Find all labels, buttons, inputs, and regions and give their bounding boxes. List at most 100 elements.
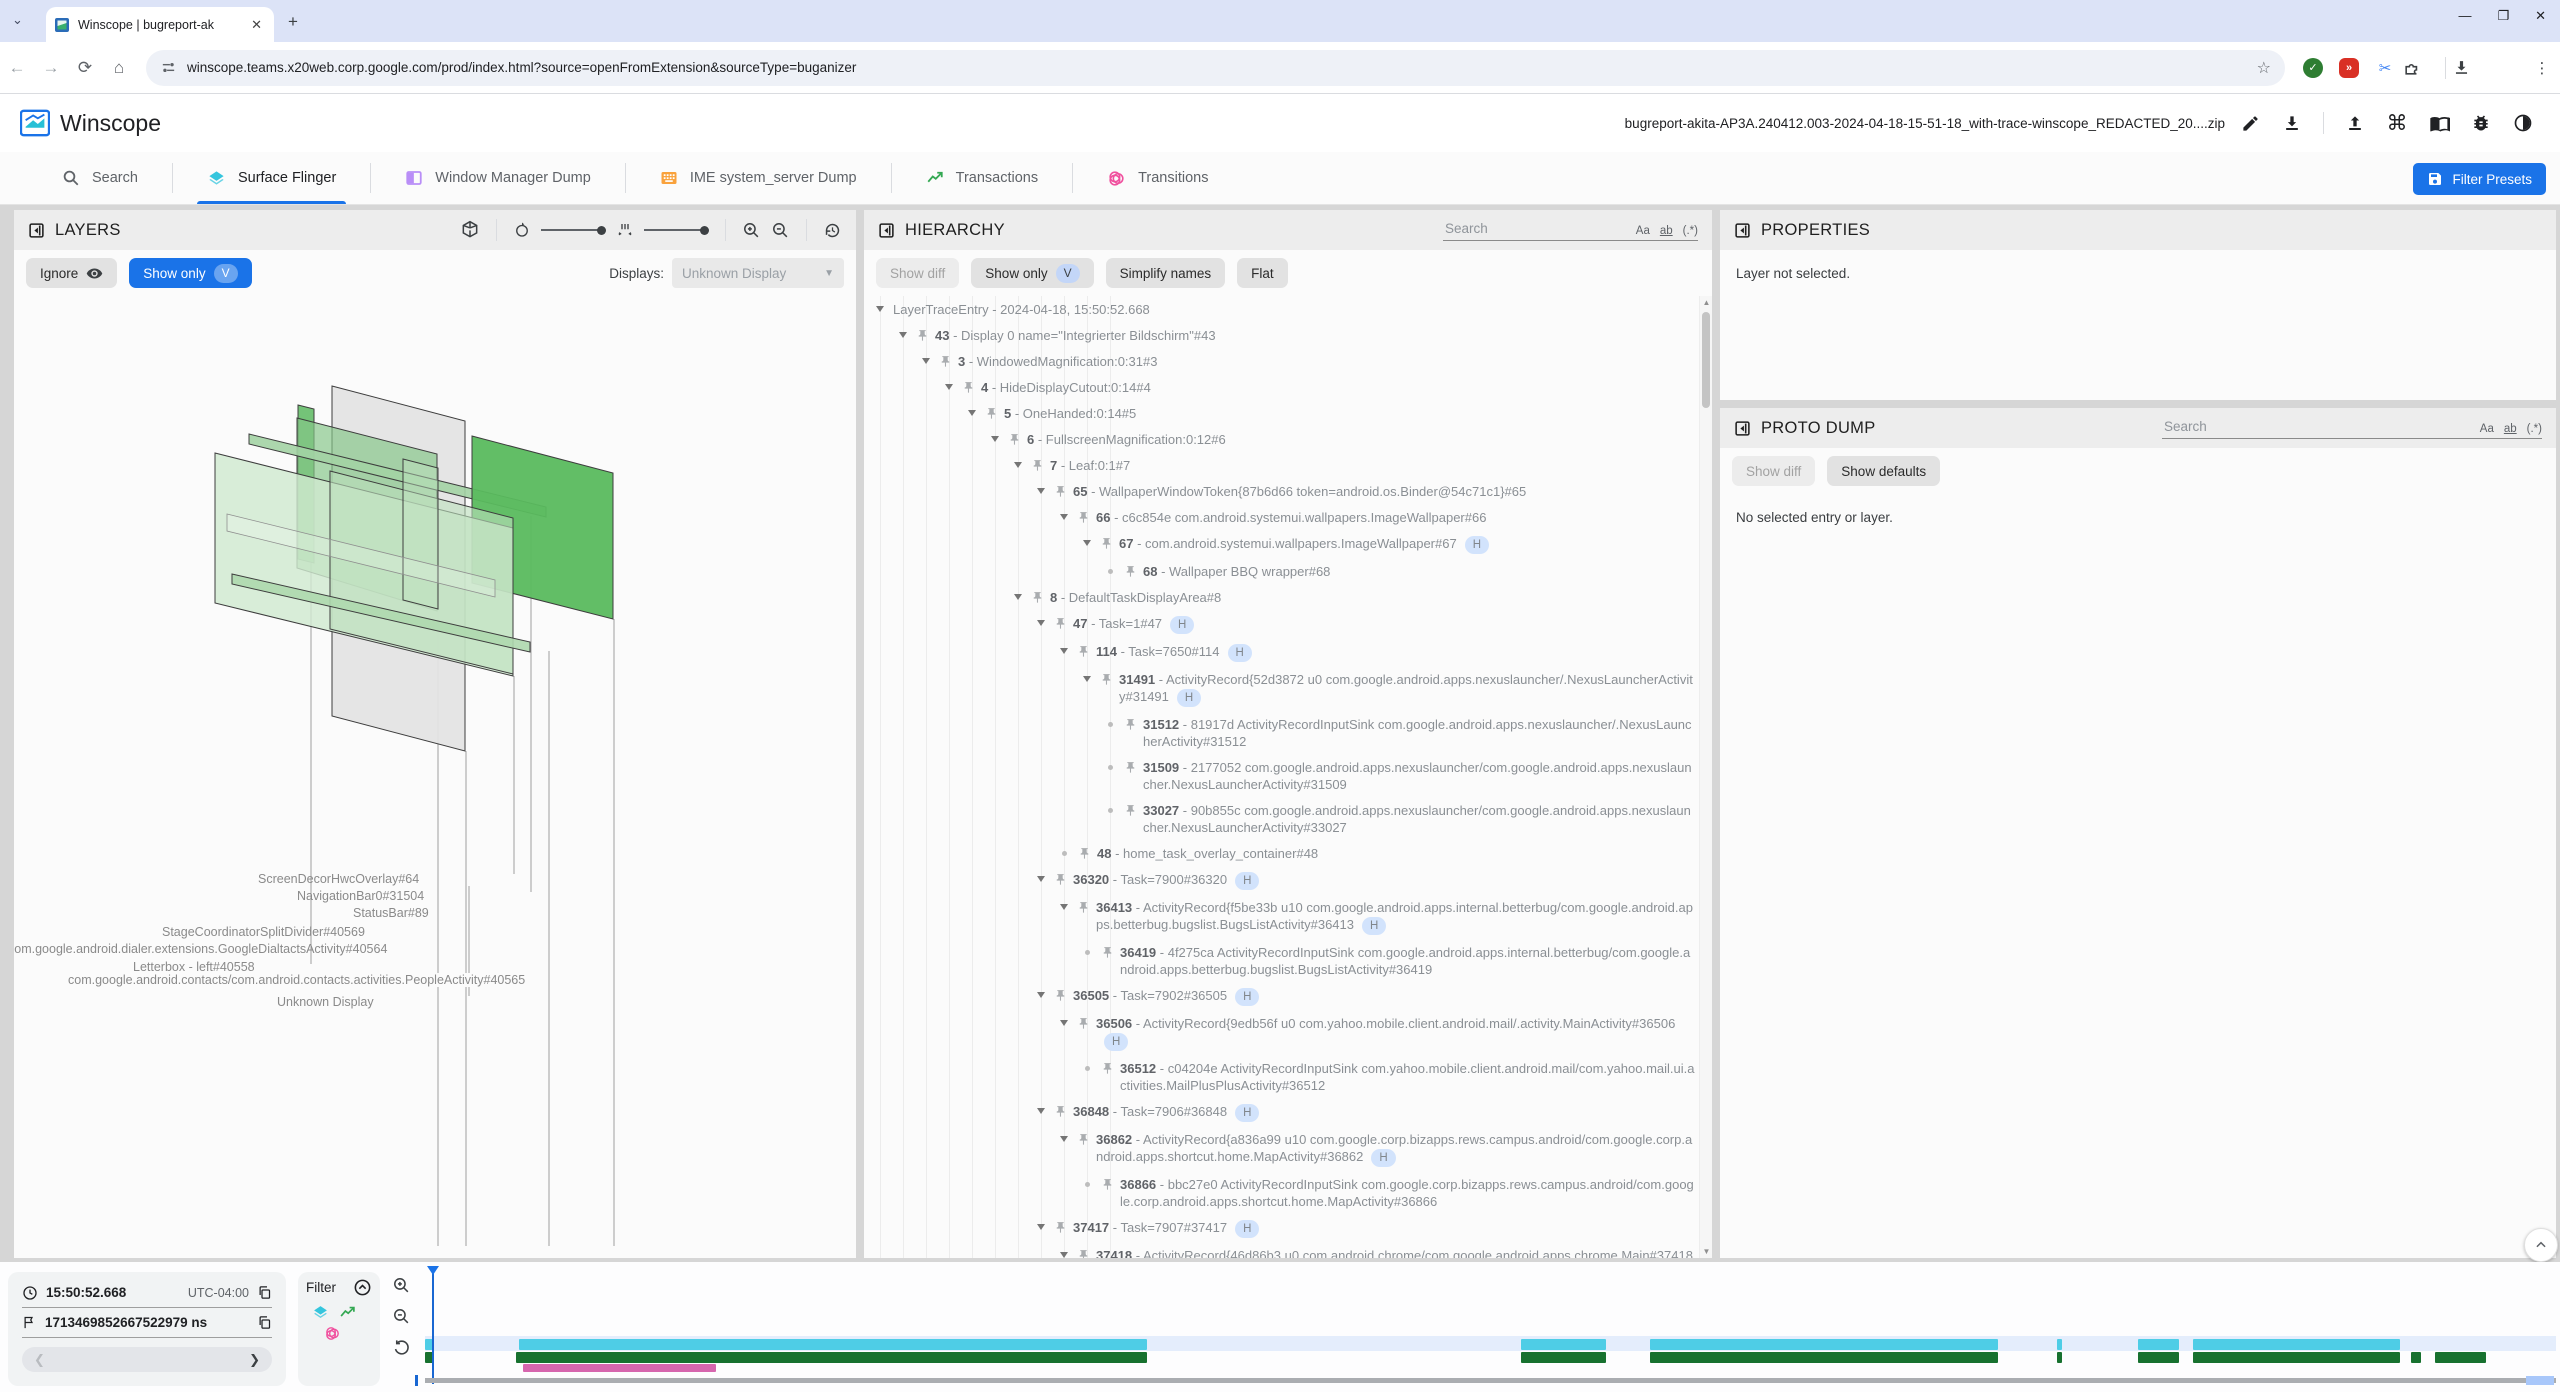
expand-arrow-icon[interactable]	[1060, 648, 1068, 654]
tree-row[interactable]: 37417 - Task=7907#37417H	[864, 1214, 1712, 1242]
show-only-visible-chip[interactable]: Show only V	[971, 258, 1093, 288]
show-only-visible-chip[interactable]: Show only V	[129, 258, 251, 288]
zoom-in-icon[interactable]	[742, 221, 761, 240]
transactions-trace-icon[interactable]	[339, 1304, 356, 1321]
collapse-timeline-button[interactable]	[2524, 1228, 2558, 1262]
expand-arrow-icon[interactable]	[968, 410, 976, 416]
surfaceflinger-trace-segment[interactable]	[1650, 1339, 1998, 1350]
copy-icon[interactable]	[257, 1285, 272, 1300]
pin-icon[interactable]	[1054, 1105, 1067, 1118]
tree-row[interactable]: 31512 - 81917d ActivityRecordInputSink c…	[864, 711, 1712, 754]
proto-search-input[interactable]	[2162, 418, 2470, 435]
timeline-zoom-in-icon[interactable]	[392, 1276, 411, 1295]
pin-icon[interactable]	[1054, 617, 1067, 630]
tab-transactions[interactable]: Transactions	[892, 152, 1072, 204]
extensions-puzzle-icon[interactable]	[2403, 58, 2439, 77]
tab-search[interactable]: Search	[28, 152, 172, 204]
tab-search-icon[interactable]: ⌄	[12, 12, 23, 28]
expand-arrow-icon[interactable]	[1037, 620, 1045, 626]
pin-icon[interactable]	[1031, 459, 1044, 472]
surfaceflinger-trace-segment[interactable]	[2138, 1339, 2179, 1350]
expand-arrow-icon[interactable]	[1037, 1108, 1045, 1114]
match-word-icon[interactable]: ab	[1660, 225, 1673, 237]
tree-row[interactable]: 114 - Task=7650#114H	[864, 638, 1712, 666]
pin-icon[interactable]	[1124, 565, 1137, 578]
window-minimize-button[interactable]: —	[2458, 8, 2471, 24]
tab-surface-flinger[interactable]: Surface Flinger	[173, 152, 370, 204]
expand-arrow-icon[interactable]	[922, 358, 930, 364]
tree-row[interactable]: 7 - Leaf:0:1#7	[864, 452, 1712, 478]
tree-row[interactable]: 36862 - ActivityRecord{a836a99 u10 com.g…	[864, 1126, 1712, 1171]
match-case-icon[interactable]: Aa	[2480, 423, 2494, 435]
report-bug-icon[interactable]	[2464, 106, 2498, 140]
expand-arrow-icon[interactable]	[945, 384, 953, 390]
pin-icon[interactable]	[962, 381, 975, 394]
pin-icon[interactable]	[1077, 1249, 1090, 1259]
3d-view-icon[interactable]	[460, 220, 480, 240]
tree-row[interactable]: 65 - WallpaperWindowToken{87b6d66 token=…	[864, 478, 1712, 504]
show-defaults-chip[interactable]: Show defaults	[1827, 456, 1940, 486]
expand-arrow-icon[interactable]	[1014, 594, 1022, 600]
hierarchy-search-input[interactable]	[1443, 220, 1626, 237]
timeline-cursor[interactable]	[432, 1266, 434, 1384]
pin-icon[interactable]	[1054, 1221, 1067, 1234]
pin-icon[interactable]	[939, 355, 952, 368]
regex-icon[interactable]: (.*)	[1683, 225, 1698, 237]
timestamp-ns[interactable]: 1713469852667522979 ns	[45, 1315, 207, 1330]
pin-icon[interactable]	[1100, 537, 1113, 550]
tab-transitions[interactable]: Transitions	[1073, 152, 1242, 204]
next-entry-button[interactable]: ❯	[249, 1352, 260, 1368]
pin-icon[interactable]	[1101, 1178, 1114, 1191]
tree-row[interactable]: 4 - HideDisplayCutout:0:14#4	[864, 374, 1712, 400]
surfaceflinger-trace-icon[interactable]	[312, 1304, 329, 1321]
tree-row[interactable]: 68 - Wallpaper BBQ wrapper#68	[864, 558, 1712, 584]
surfaceflinger-trace-segment[interactable]	[2057, 1339, 2062, 1350]
pin-icon[interactable]	[1054, 873, 1067, 886]
expand-arrow-icon[interactable]	[1060, 1136, 1068, 1142]
tree-row[interactable]: 8 - DefaultTaskDisplayArea#8	[864, 584, 1712, 610]
tree-row[interactable]: 31491 - ActivityRecord{52d3872 u0 com.go…	[864, 666, 1712, 711]
browser-menu-icon[interactable]: ⋮	[2524, 59, 2560, 77]
home-icon[interactable]: ⌂	[102, 58, 136, 78]
edit-file-icon[interactable]	[2233, 106, 2267, 140]
pin-icon[interactable]	[1124, 804, 1137, 817]
hierarchy-scrollbar[interactable]: ▲ ▼	[1699, 296, 1712, 1258]
tree-row[interactable]: 31509 - 2177052 com.google.android.apps.…	[864, 754, 1712, 797]
copy-icon[interactable]	[257, 1315, 272, 1330]
hierarchy-search[interactable]: Aa ab (.*)	[1443, 220, 1698, 241]
tree-row[interactable]: 3 - WindowedMagnification:0:31#3	[864, 348, 1712, 374]
tree-row[interactable]: 36506 - ActivityRecord{9edb56f u0 com.ya…	[864, 1010, 1712, 1055]
pin-icon[interactable]	[1078, 847, 1091, 860]
tree-row[interactable]: 5 - OneHanded:0:14#5	[864, 400, 1712, 426]
window-restore-button[interactable]: ❐	[2497, 8, 2509, 24]
pin-icon[interactable]	[1100, 673, 1113, 686]
tree-row[interactable]: 37418 - ActivityRecord{46d86b3 u0 com.an…	[864, 1242, 1712, 1258]
expand-arrow-icon[interactable]	[1037, 876, 1045, 882]
reset-view-icon[interactable]	[823, 221, 842, 240]
transactions-trace-segment[interactable]	[2193, 1352, 2400, 1363]
back-icon[interactable]: ←	[0, 58, 34, 78]
pin-icon[interactable]	[1077, 1133, 1090, 1146]
surfaceflinger-trace-segment[interactable]	[519, 1339, 1147, 1350]
pin-icon[interactable]	[1101, 946, 1114, 959]
extension-scissors-icon[interactable]: ✂	[2367, 59, 2403, 77]
tree-row[interactable]: 47 - Task=1#47H	[864, 610, 1712, 638]
address-bar[interactable]: winscope.teams.x20web.corp.google.com/pr…	[146, 50, 2285, 86]
shortcuts-icon[interactable]: ⌘	[2380, 106, 2414, 140]
tree-row[interactable]: LayerTraceEntry - 2024-04-18, 15:50:52.6…	[864, 296, 1712, 322]
tree-row[interactable]: 36512 - c04204e ActivityRecordInputSink …	[864, 1055, 1712, 1098]
pin-icon[interactable]	[1124, 761, 1137, 774]
transitions-trace-icon[interactable]	[324, 1325, 341, 1342]
pin-icon[interactable]	[1031, 591, 1044, 604]
match-word-icon[interactable]: ab	[2504, 423, 2517, 435]
download-traces-icon[interactable]	[2275, 106, 2309, 140]
expand-arrow-icon[interactable]	[876, 306, 884, 312]
transactions-trace-segment[interactable]	[1650, 1352, 1998, 1363]
window-close-button[interactable]: ✕	[2535, 8, 2546, 24]
surfaceflinger-trace-segment[interactable]	[1521, 1339, 1606, 1350]
prev-entry-button[interactable]: ❮	[34, 1352, 45, 1368]
transactions-trace-segment[interactable]	[2138, 1352, 2179, 1363]
tree-row[interactable]: 33027 - 90b855c com.google.android.apps.…	[864, 797, 1712, 840]
expand-arrow-icon[interactable]	[1060, 1252, 1068, 1258]
tree-row[interactable]: 66 - c6c854e com.android.systemui.wallpa…	[864, 504, 1712, 530]
